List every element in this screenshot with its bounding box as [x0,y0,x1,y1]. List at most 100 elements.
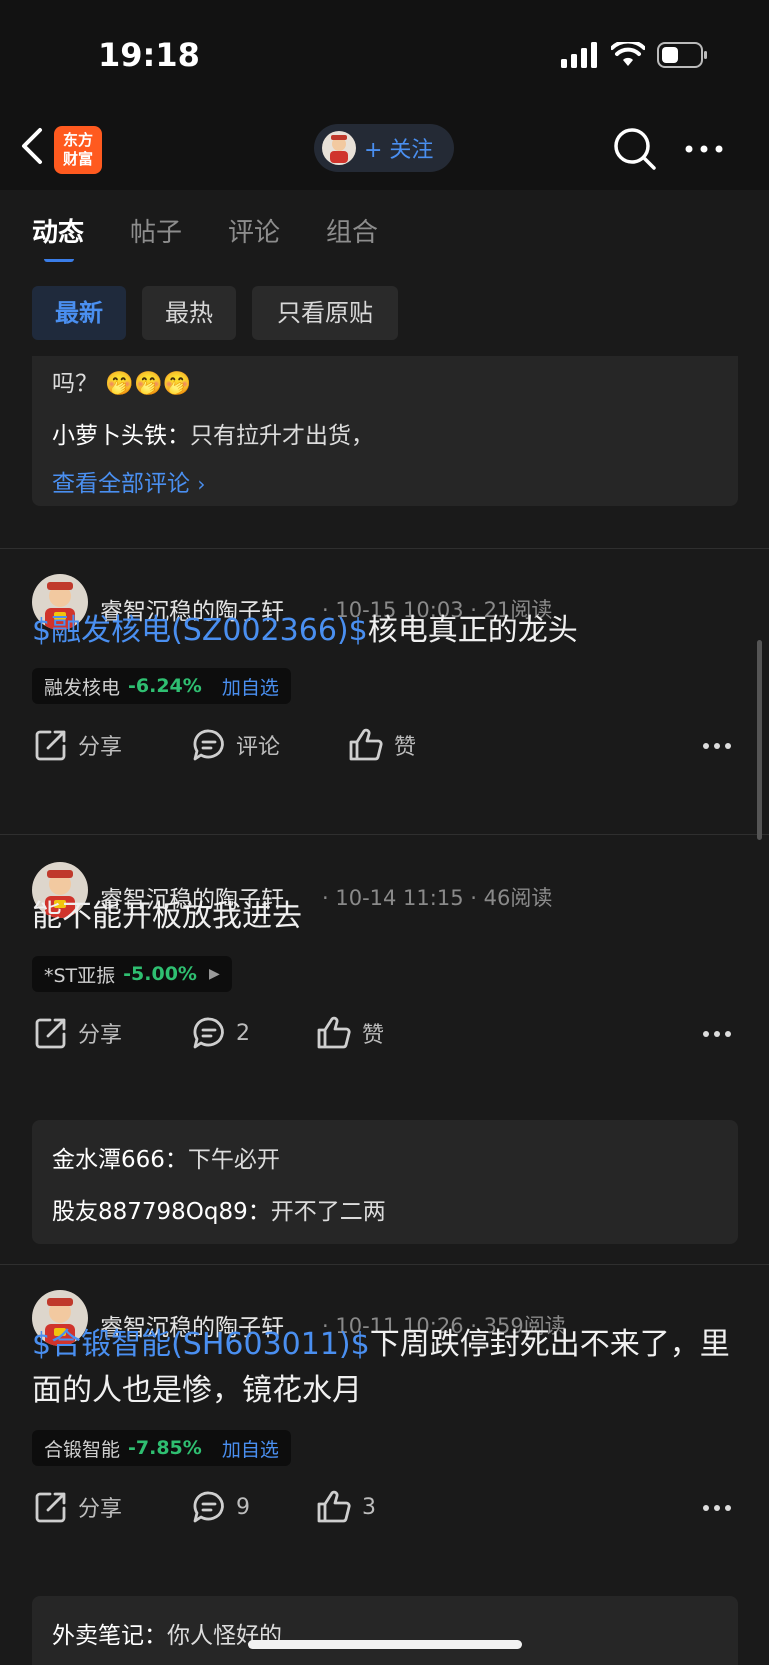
more-icon[interactable] [702,1504,732,1512]
comment-button[interactable]: 2 [192,1016,250,1050]
comment-button[interactable]: 评论 [192,728,280,762]
tab-comments[interactable]: 评论 [228,212,280,249]
share-icon [35,1492,66,1523]
signal-icon [561,42,597,68]
stock-name: 融发核电 [44,676,121,699]
comment-box[interactable]: 外卖笔记：你人怪好的 [32,1596,738,1665]
follow-button[interactable]: + 关注 [314,124,454,172]
more-icon[interactable] [702,742,732,750]
status-time: 19:18 [98,36,200,74]
filter-hottest[interactable]: 最热 [142,286,236,340]
filter-bar: 最新 最热 只看原贴 [0,274,769,356]
view-all-label: 查看全部评论 [52,471,190,497]
stock-change: -6.24% [128,675,202,697]
thumbs-up-icon [317,1016,351,1049]
tab-active-indicator [44,256,74,262]
triangle-right-icon: ▶ [208,966,220,982]
view-all-comments-link[interactable]: 查看全部评论 › [52,464,205,498]
share-icon [35,1018,66,1049]
tab-bar: 动态 帖子 评论 组合 [0,190,769,274]
comment-line: 金水潭666：下午必开 [52,1140,280,1174]
back-arrow-icon[interactable] [18,126,48,166]
add-watchlist-button[interactable]: 加自选 [222,1435,279,1462]
scrollbar[interactable] [757,640,762,840]
stock-chip[interactable]: *ST亚振 -5.00% ▶ [32,956,232,992]
more-icon[interactable] [702,1030,732,1038]
filter-latest[interactable]: 最新 [32,286,126,340]
share-icon [35,730,66,761]
stock-tag-link[interactable]: $融发核电(SZ002366)$ [32,613,368,648]
more-icon[interactable] [684,144,724,154]
app-logo: 东方 财富 [54,126,102,174]
nav-bar: 东方 财富 + 关注 [0,110,769,190]
divider [0,834,769,835]
avatar-figure-icon [330,135,348,163]
divider [0,1264,769,1265]
comment-button[interactable]: 9 [192,1490,250,1524]
share-button[interactable]: 分享 [34,1490,122,1524]
status-icons [561,42,709,68]
post-content[interactable]: $合锻智能(SH603011)$下周跌停封死出不来了，里面的人也是惨，镜花水月 [32,1322,732,1414]
comment-icon [193,1491,224,1523]
post-content[interactable]: $融发核电(SZ002366)$核电真正的龙头 [32,608,732,654]
share-button[interactable]: 分享 [34,1016,122,1050]
stock-chip[interactable]: 合锻智能 -7.85% 加自选 [32,1430,291,1466]
thumbs-up-icon [349,728,383,761]
comment-count: 2 [236,1020,250,1046]
chevron-right-icon: › [197,472,206,496]
search-icon[interactable] [612,126,658,172]
comment-line: 小萝卜头铁：只有拉升才出货， [52,416,374,450]
divider [0,548,769,549]
logo-text-bottom: 财富 [62,150,93,168]
comment-label: 评论 [236,735,281,760]
filter-original-only[interactable]: 只看原贴 [252,286,398,340]
status-bar: 19:18 [0,0,769,110]
stock-name: *ST亚振 [44,964,116,987]
comment-box[interactable]: 吗？ 🤭🤭🤭 小萝卜头铁：只有拉升才出货， 查看全部评论 › [32,356,738,506]
stock-tag-link[interactable]: $合锻智能(SH603011)$ [32,1327,370,1362]
post-text: 核电真正的龙头 [367,613,578,648]
comment-icon [193,729,224,761]
share-label: 分享 [78,1023,123,1048]
follow-label: + 关注 [364,138,434,163]
like-count: 3 [362,1494,376,1520]
tab-dynamics[interactable]: 动态 [32,212,84,249]
feed: 吗？ 🤭🤭🤭 小萝卜头铁：只有拉升才出货， 查看全部评论 › 睿智沉稳的陶子轩 … [0,356,769,1665]
like-label: 赞 [394,735,417,760]
comment-user[interactable]: 外卖笔记： [52,1623,167,1649]
comment-text: 吗？ [52,371,98,397]
comment-icon [193,1017,224,1049]
emoji: 🤭🤭🤭 [105,371,192,397]
post-content[interactable]: 能不能开板放我进去 [32,894,732,940]
like-button[interactable]: 3 [316,1490,376,1524]
stock-chip[interactable]: 融发核电 -6.24% 加自选 [32,668,291,704]
home-indicator[interactable] [248,1640,522,1649]
thumbs-up-icon [317,1490,351,1523]
comment-text: 只有拉升才出货， [190,423,374,449]
like-label: 赞 [362,1023,385,1048]
stock-change: -5.00% [123,963,197,985]
share-button[interactable]: 分享 [34,728,122,762]
comment-text: 开不了二两 [270,1199,386,1225]
add-watchlist-button[interactable]: 加自选 [222,673,279,700]
tab-portfolio[interactable]: 组合 [326,212,378,249]
share-label: 分享 [78,735,123,760]
battery-icon [657,42,707,68]
stock-change: -7.85% [128,1437,202,1459]
share-label: 分享 [78,1497,123,1522]
comment-user[interactable]: 金水潭666： [52,1147,188,1173]
post-text: 能不能开板放我进去 [32,899,302,934]
wifi-icon [611,42,645,66]
avatar [322,131,356,165]
comment-count: 9 [236,1494,250,1520]
like-button[interactable]: 赞 [316,1016,384,1050]
stock-name: 合锻智能 [44,1438,121,1461]
comment-text: 下午必开 [187,1147,280,1173]
comment-line-partial: 吗？ 🤭🤭🤭 [52,364,191,398]
comment-user[interactable]: 小萝卜头铁： [52,423,190,449]
comment-user[interactable]: 股友887798Oq89： [52,1199,271,1225]
like-button[interactable]: 赞 [348,728,416,762]
tab-posts[interactable]: 帖子 [130,212,182,249]
comment-line: 股友887798Oq89：开不了二两 [52,1192,386,1226]
comment-box[interactable]: 金水潭666：下午必开 股友887798Oq89：开不了二两 [32,1120,738,1244]
